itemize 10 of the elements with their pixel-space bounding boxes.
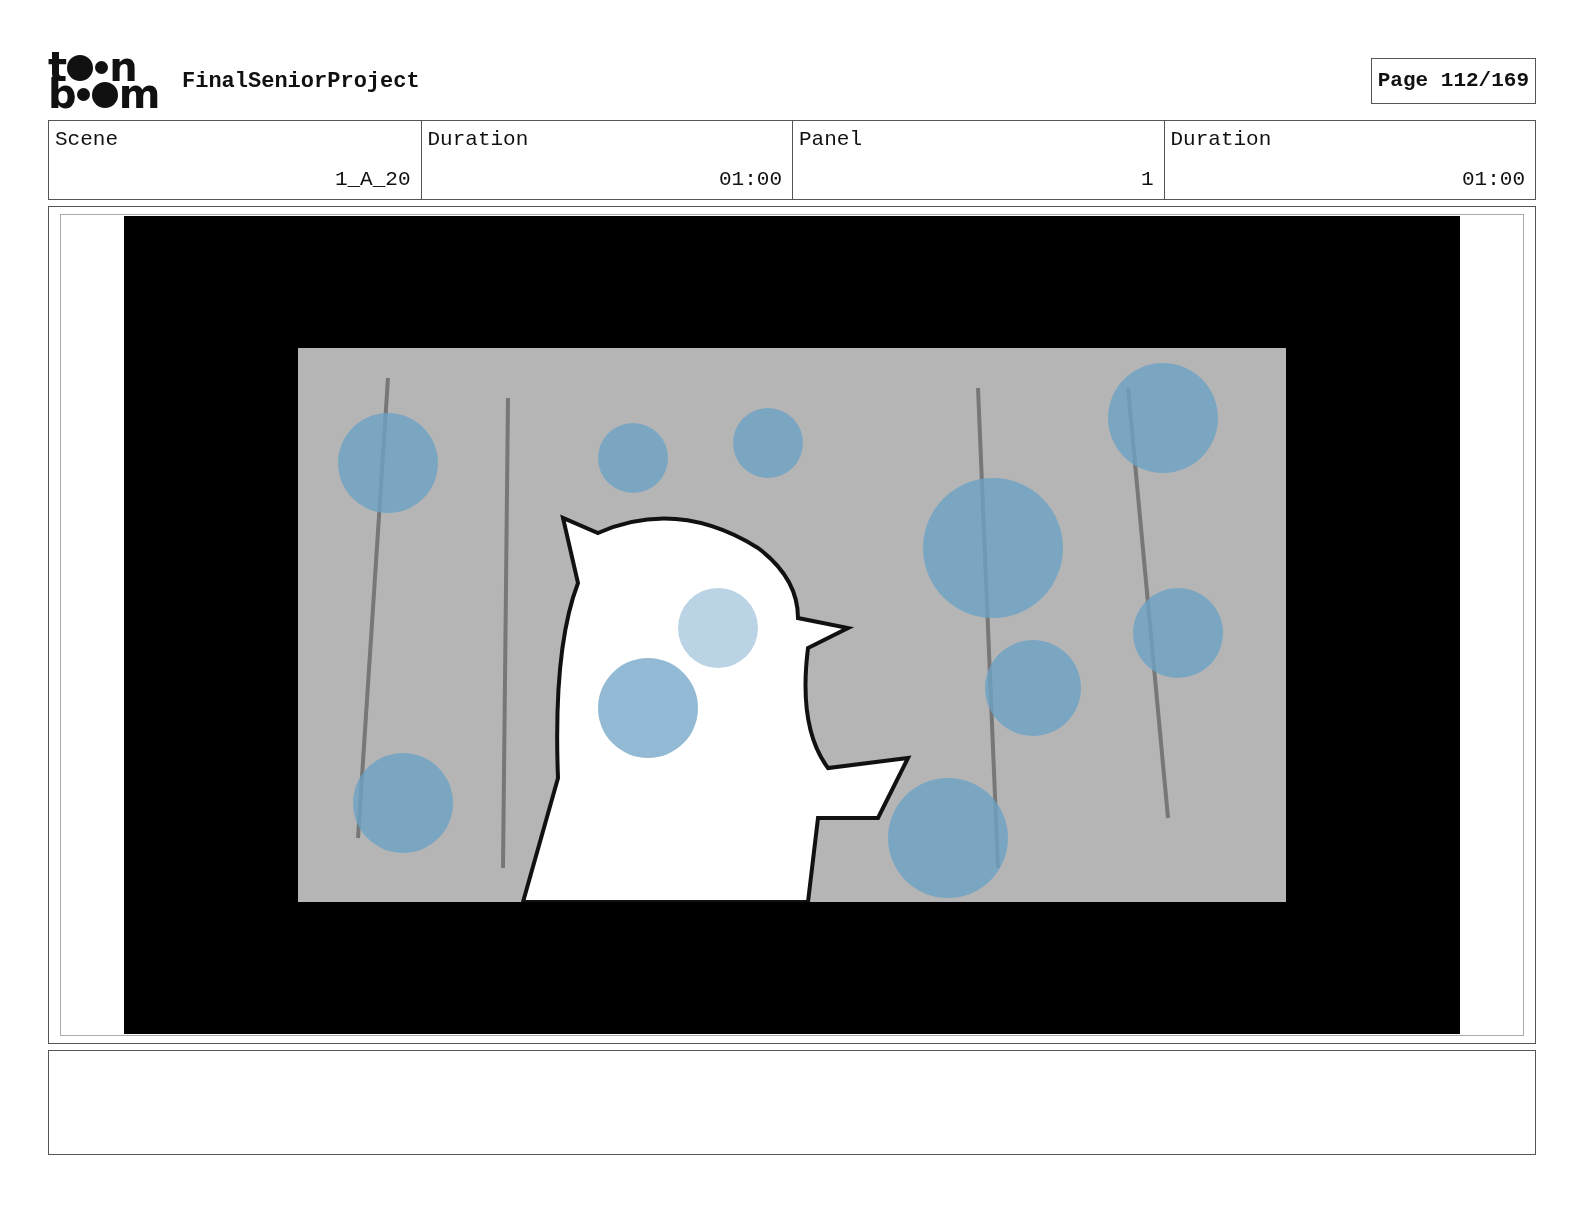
field-value: 01:00 (718, 167, 782, 193)
field-label: Scene (55, 127, 118, 153)
field-label: Duration (1170, 127, 1272, 153)
field-value: 1 (1139, 167, 1154, 193)
field-value: 01:00 (1461, 167, 1525, 193)
project-title: FinalSeniorProject (182, 67, 420, 96)
field-label: Duration (427, 127, 529, 153)
field-label: Panel (799, 127, 862, 153)
field-value: 1_A_20 (333, 167, 411, 193)
page-number: Page 112/169 (1370, 58, 1536, 104)
